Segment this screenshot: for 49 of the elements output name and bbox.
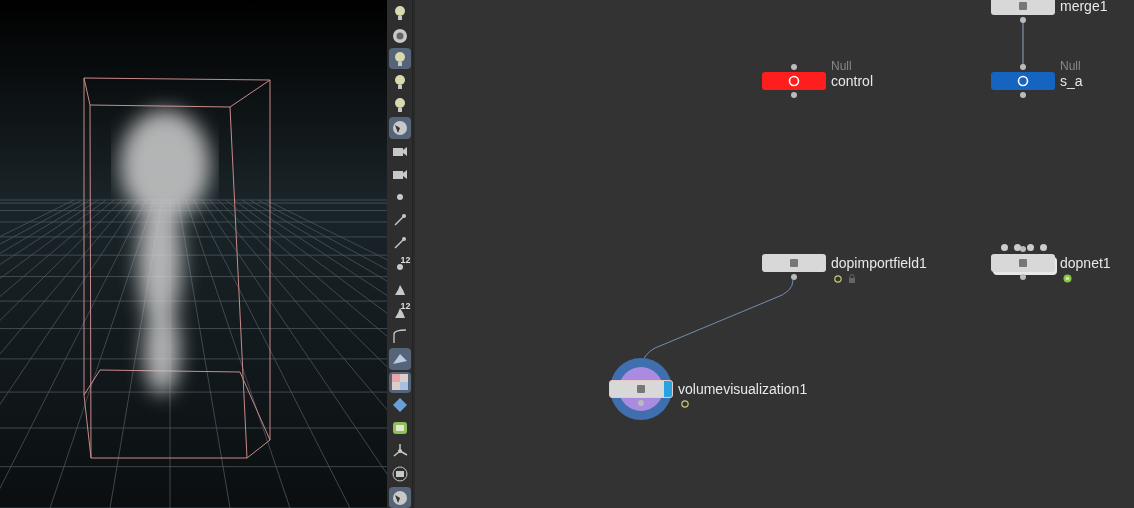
point-icon [396,263,403,270]
pin-icon [392,213,407,228]
status-icon [1063,274,1072,283]
node[interactable] [991,0,1055,15]
tool-button[interactable] [388,371,411,393]
lock-icon [848,274,856,283]
node-icon [788,75,800,87]
node-icon [788,257,800,269]
curve-icon [391,327,408,344]
node-name: merge1 [1060,0,1108,13]
disc-icon [391,466,408,483]
node-icon [1017,257,1029,269]
node-name: volumevisualization1 [678,382,808,396]
camera-icon [391,144,408,159]
node-name: s_a [1060,74,1083,88]
shard-icon [391,351,408,366]
node[interactable] [991,72,1055,90]
node-type-label: Null [831,60,852,72]
clock-icon [834,274,842,283]
node-icon [1017,75,1029,87]
checker-icon [391,374,408,391]
node-icon [1017,0,1029,12]
camera-icon [391,167,408,182]
cloth-icon [391,421,408,436]
node-name: dopimportfield1 [831,256,927,270]
tool-button[interactable] [388,348,411,370]
light-bulb-icon [392,73,407,90]
node[interactable] [762,72,826,90]
node[interactable] [991,254,1055,272]
node-type-label: Null [1060,60,1081,72]
spotlight-icon [391,27,408,44]
tool-button[interactable] [388,486,411,508]
node-icon [635,383,647,395]
clock-icon [681,400,689,408]
node[interactable] [762,254,826,272]
pin-icon [392,236,407,251]
tool-button[interactable] [388,48,411,70]
tool-button[interactable]: 12 [388,302,411,324]
light-bulb-icon [392,96,407,113]
tool-button[interactable]: 12 [388,256,411,278]
node-name: dopnet1 [1060,256,1111,270]
fan-icon [391,443,408,460]
tool-button[interactable] [388,117,411,139]
light-bulb-icon [392,4,407,21]
dot-icon [396,194,403,201]
diamond-icon [391,397,408,414]
node[interactable] [609,380,673,398]
light-bulb-icon [392,50,407,67]
node-name: control [831,74,874,88]
